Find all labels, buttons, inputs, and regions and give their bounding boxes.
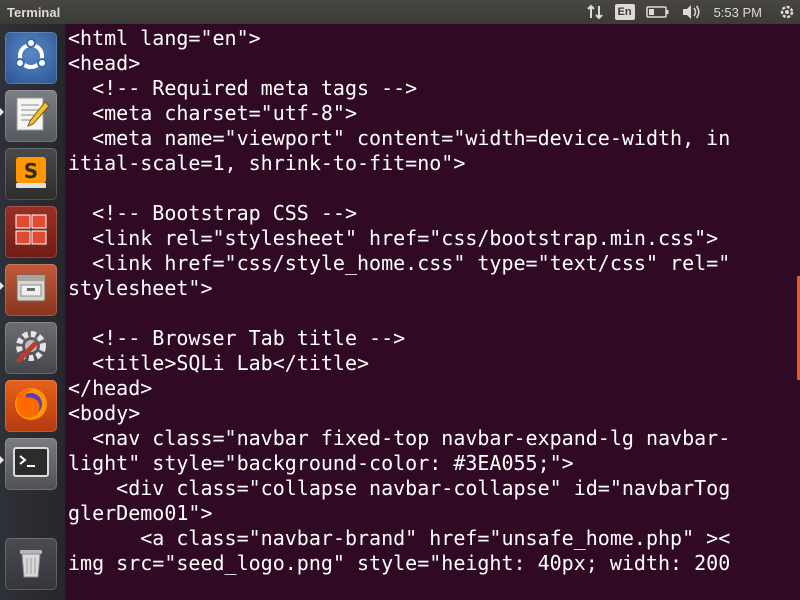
text-editor-icon bbox=[11, 94, 51, 138]
terminal-line: <body> bbox=[68, 401, 141, 425]
terminal-line: <a class="navbar-brand" href="unsafe_hom… bbox=[68, 526, 731, 550]
terminal-app-icon bbox=[11, 442, 51, 486]
sublime-text-icon: S bbox=[12, 153, 50, 195]
network-transfer-icon[interactable] bbox=[580, 0, 610, 24]
terminal-line: <!-- Browser Tab title --> bbox=[68, 326, 406, 350]
terminal-line: light" style="background-color: #3EA055;… bbox=[68, 451, 574, 475]
clock[interactable]: 5:53 PM bbox=[706, 0, 774, 24]
terminal-line: stylesheet"> bbox=[68, 276, 213, 300]
firefox-icon bbox=[11, 384, 51, 428]
firefox-button[interactable] bbox=[5, 380, 57, 432]
power-gear-icon[interactable] bbox=[774, 0, 800, 24]
terminal-line: <title>SQLi Lab</title> bbox=[68, 351, 370, 375]
terminal-line: </head> bbox=[68, 376, 153, 400]
system-settings-icon bbox=[11, 326, 51, 370]
sublime-text-button[interactable]: S bbox=[5, 148, 57, 200]
keyboard-layout-indicator[interactable]: En bbox=[610, 0, 640, 24]
top-panel: Terminal En 5:53 PM bbox=[0, 0, 800, 24]
workspace-switcher-icon bbox=[12, 211, 50, 253]
terminal-line: <div class="collapse navbar-collapse" id… bbox=[68, 476, 731, 500]
terminal-line: <nav class="navbar fixed-top navbar-expa… bbox=[68, 426, 731, 450]
terminal-line: <meta name="viewport" content="width=dev… bbox=[68, 126, 731, 150]
trash-button[interactable] bbox=[5, 538, 57, 590]
terminal-line: <html lang="en"> bbox=[68, 26, 261, 50]
ubuntu-dash-button[interactable] bbox=[5, 32, 57, 84]
launcher: S bbox=[0, 24, 66, 600]
battery-icon[interactable] bbox=[640, 0, 676, 24]
terminal-line: glerDemo01"> bbox=[68, 501, 213, 525]
window-title: Terminal bbox=[7, 4, 61, 20]
terminal-line: <!-- Bootstrap CSS --> bbox=[68, 201, 357, 225]
terminal-line: img src="seed_logo.png" style="height: 4… bbox=[68, 551, 731, 575]
svg-text:S: S bbox=[24, 159, 38, 183]
terminal-output[interactable]: <html lang="en"> <head> <!-- Required met… bbox=[66, 24, 800, 576]
indicator-area: En 5:53 PM bbox=[580, 0, 800, 24]
terminal-button[interactable] bbox=[5, 438, 57, 490]
trash-icon bbox=[11, 542, 51, 586]
terminal-line: <link href="css/style_home.css" type="te… bbox=[68, 251, 731, 275]
terminal-line: itial-scale=1, shrink-to-fit=no"> bbox=[68, 151, 466, 175]
system-settings-button[interactable] bbox=[5, 322, 57, 374]
volume-icon[interactable] bbox=[676, 0, 706, 24]
file-manager-icon bbox=[12, 269, 50, 311]
terminal-line: <link rel="stylesheet" href="css/bootstr… bbox=[68, 226, 719, 250]
terminal-line: <head> bbox=[68, 51, 141, 75]
ubuntu-dash-icon bbox=[13, 38, 49, 78]
text-editor-button[interactable] bbox=[5, 90, 57, 142]
keyboard-layout-label: En bbox=[614, 4, 635, 20]
file-manager-button[interactable] bbox=[5, 264, 57, 316]
terminal-line: <!-- Required meta tags --> bbox=[68, 76, 418, 100]
terminal-line: <meta charset="utf-8"> bbox=[68, 101, 357, 125]
terminal-window[interactable]: <html lang="en"> <head> <!-- Required met… bbox=[66, 24, 800, 600]
workspace-switcher-button[interactable] bbox=[5, 206, 57, 258]
